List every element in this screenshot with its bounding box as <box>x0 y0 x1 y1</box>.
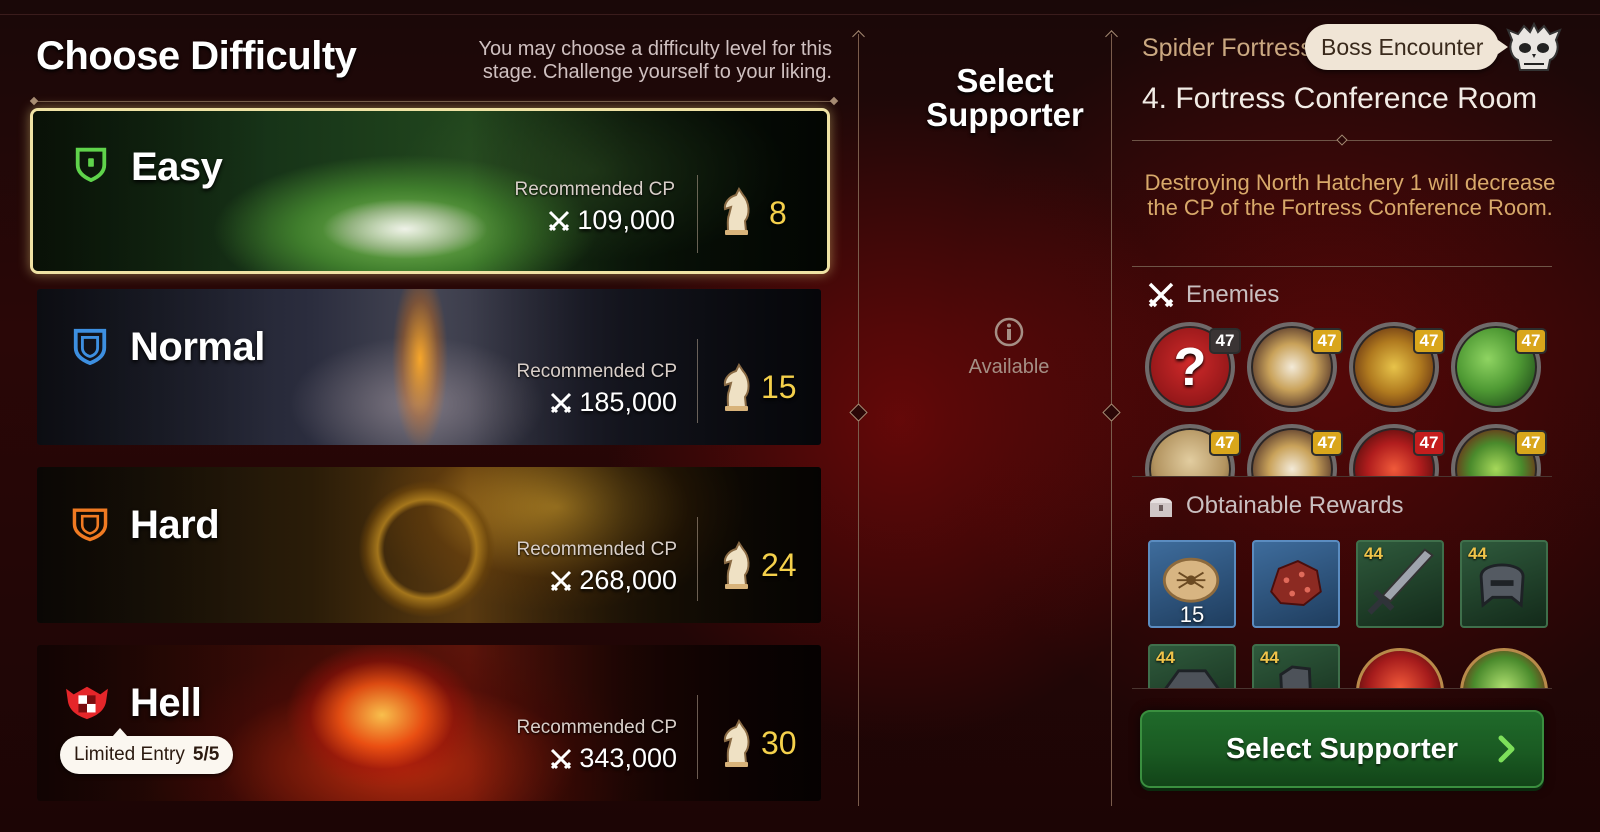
recommended-cp-label: Recommended CP <box>516 361 677 382</box>
enemies-row-2: 47 47 47 47 <box>1132 418 1562 476</box>
supporter-status: Available <box>968 356 1050 378</box>
top-divider <box>0 14 1600 15</box>
stamina-cost: 30 <box>761 725 797 761</box>
stage-divider <box>1132 134 1552 146</box>
treasure-chest-icon <box>1150 497 1172 517</box>
page-title: Choose Difficulty <box>36 34 357 78</box>
chess-knight-stamina-icon <box>723 187 750 235</box>
green-egg-sac-icon[interactable]: 47 <box>1451 322 1547 412</box>
select-supporter-button[interactable]: Select Supporter <box>1140 710 1544 788</box>
red-spider-icon[interactable]: 47 <box>1349 424 1445 476</box>
armor-icon[interactable]: 44 <box>1148 644 1236 688</box>
recommended-cp-value: 268,000 <box>549 565 677 596</box>
recommended-cp-value: 109,000 <box>547 205 675 236</box>
gauntlet-icon[interactable]: 44 <box>1252 644 1340 688</box>
difficulty-name: Hard <box>130 503 220 547</box>
red-ore-icon[interactable] <box>1252 540 1340 628</box>
recommended-cp-value: 185,000 <box>549 387 677 418</box>
recommended-cp-label: Recommended CP <box>516 539 677 560</box>
stage-name: 4. Fortress Conference Room <box>1142 82 1538 115</box>
crossed-swords-icon <box>1148 282 1174 308</box>
boss-encounter-badge: Boss Encounter <box>1305 24 1509 70</box>
horned-beast-icon[interactable]: 47 <box>1247 424 1343 476</box>
supporter-title: Select Supporter <box>926 62 1084 133</box>
green-core-icon[interactable] <box>1460 648 1548 688</box>
enemy-portrait[interactable]: ? 47 <box>1145 322 1241 412</box>
difficulty-name: Normal <box>130 325 265 369</box>
page-subtitle: You may choose a difficulty level for th… <box>478 38 832 83</box>
column-divider-right <box>1102 30 1121 806</box>
normal-shield-icon <box>73 328 107 365</box>
recommended-cp-value: 343,000 <box>549 743 677 774</box>
difficulty-card-hard[interactable]: Hard Recommended CP 268,000 24 <box>37 467 821 623</box>
difficulty-name: Easy <box>131 145 223 189</box>
chess-knight-stamina-icon <box>723 363 750 411</box>
stamina-cost: 15 <box>761 369 797 405</box>
recommended-cp-label: Recommended CP <box>516 717 677 738</box>
green-mantis-icon[interactable]: 47 <box>1451 424 1547 476</box>
chevron-right-icon <box>1498 735 1515 763</box>
stone-shell-icon[interactable]: 47 <box>1145 424 1241 476</box>
skull-icon <box>1506 22 1562 71</box>
limited-entry-badge: Limited Entry 5/5 <box>60 728 234 774</box>
difficulty-name: Hell <box>130 681 202 725</box>
golden-dragon-icon[interactable]: 47 <box>1349 322 1445 412</box>
crossed-swords-icon <box>551 570 572 591</box>
difficulty-card-easy[interactable]: Easy Recommended CP 109,000 8 <box>30 108 830 274</box>
crossed-swords-icon <box>551 748 572 769</box>
helmet-icon[interactable]: 44 <box>1460 540 1548 628</box>
red-core-icon[interactable] <box>1356 648 1444 688</box>
description-divider <box>1132 266 1552 267</box>
chess-knight-stamina-icon <box>723 541 750 589</box>
rewards-row-2: 44 44 <box>1132 640 1562 688</box>
easy-shield-icon <box>75 147 107 182</box>
stage-group-name: Spider Fortress <box>1142 34 1313 62</box>
hell-shield-icon <box>66 686 108 720</box>
chess-knight-stamina-icon <box>723 719 750 767</box>
stage-description: Destroying North Hatchery 1 will decreas… <box>1144 170 1556 220</box>
rewards-header: Obtainable Rewards <box>1146 491 1403 521</box>
crossed-swords-icon <box>551 392 572 413</box>
crossed-swords-icon <box>549 210 570 231</box>
horned-beast-icon[interactable]: 47 <box>1247 322 1343 412</box>
difficulty-card-hell[interactable]: Hell Recommended CP 343,000 30 <box>37 645 821 801</box>
difficulty-card-normal[interactable]: Normal Recommended CP 185,000 15 <box>37 289 821 445</box>
column-divider-left <box>849 30 868 806</box>
header-divider <box>34 101 834 102</box>
spider-coin-icon[interactable]: 15 <box>1148 540 1236 628</box>
stamina-cost: 24 <box>761 547 797 583</box>
hard-shield-icon <box>72 508 108 542</box>
sword-icon[interactable]: 44 <box>1356 540 1444 628</box>
enemies-header: Enemies <box>1146 280 1279 310</box>
info-icon <box>994 317 1024 347</box>
recommended-cp-label: Recommended CP <box>514 179 675 200</box>
stamina-cost: 8 <box>769 195 787 231</box>
